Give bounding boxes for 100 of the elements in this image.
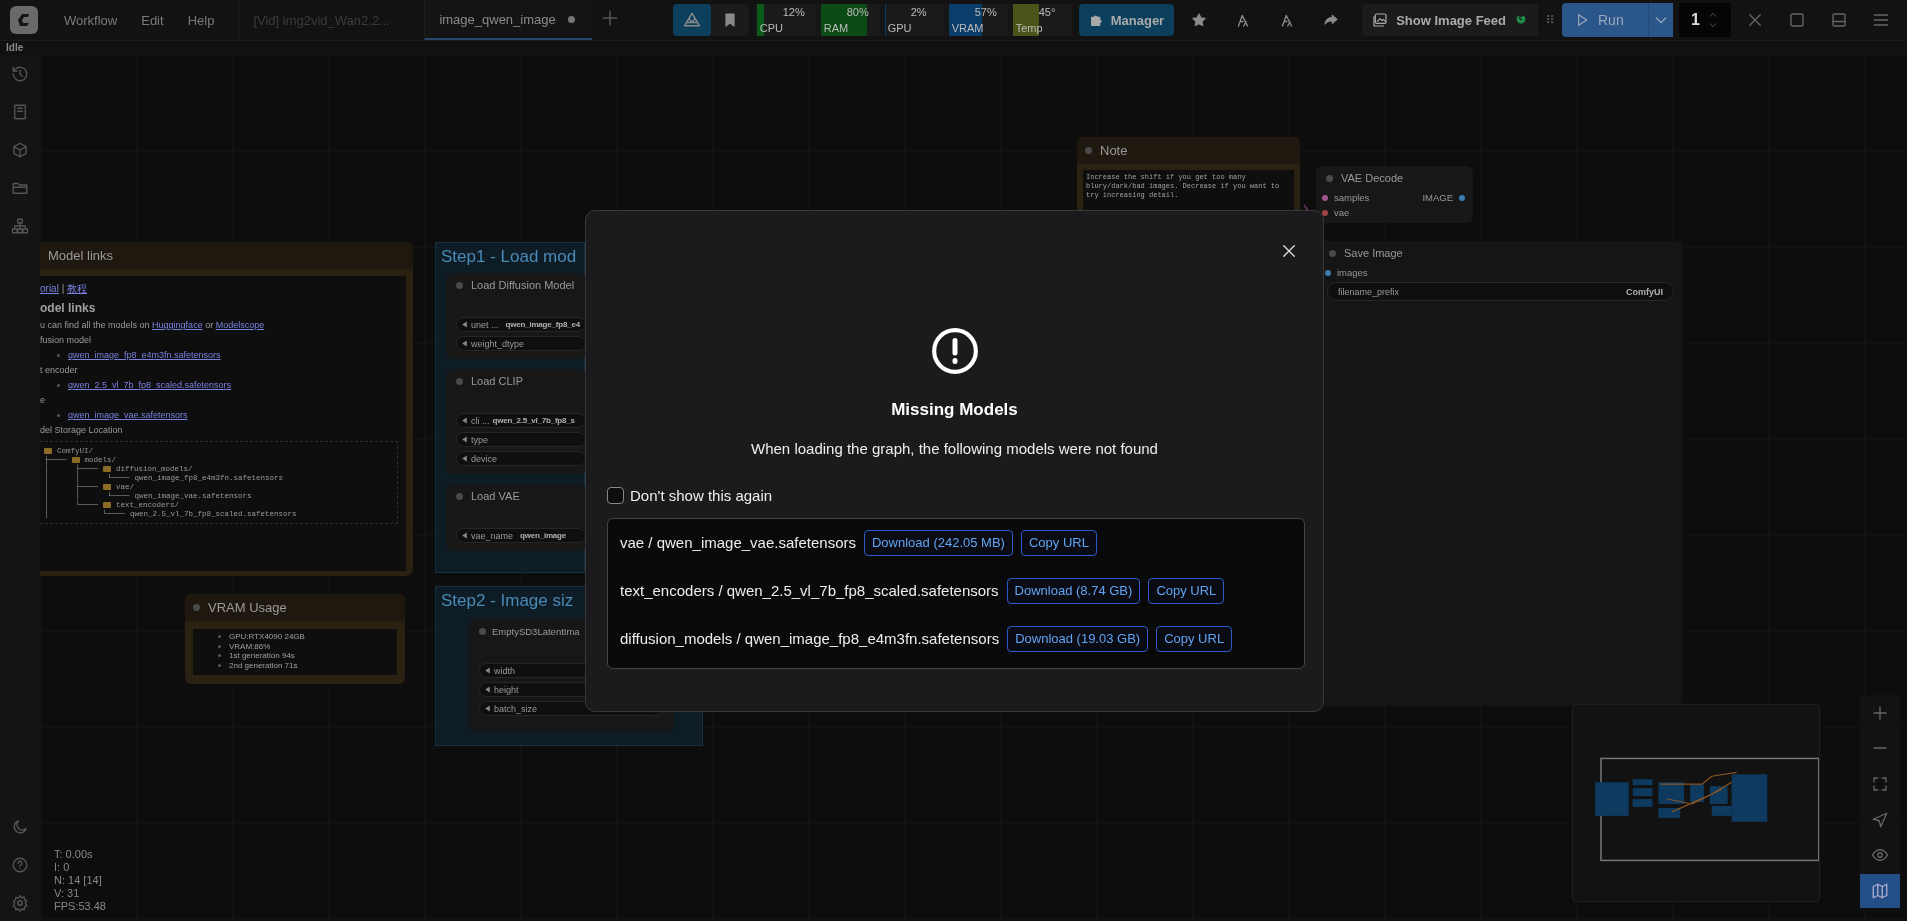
- input-slot-icon[interactable]: [1322, 209, 1328, 216]
- graph-node[interactable]: Load Diffusion Model unet ... qwen_image_fp8_e4 weight_dtype: [446, 273, 586, 359]
- note-node[interactable]: [40, 242, 413, 576]
- meter-value: 12%: [782, 6, 805, 18]
- slot-label: images: [1337, 267, 1368, 278]
- widget-label: device: [471, 453, 497, 464]
- stat-text: V: 31: [54, 887, 81, 900]
- close-icon[interactable]: [1280, 242, 1298, 260]
- widget-label: height: [494, 684, 519, 695]
- drag-handle-icon[interactable]: [1544, 12, 1556, 25]
- combo-widget[interactable]: type: [456, 432, 586, 447]
- meter-label: CPU: [759, 22, 783, 34]
- slot-label: samples: [1334, 192, 1370, 203]
- image-icon: [1372, 12, 1389, 28]
- sitemap-icon[interactable]: [11, 217, 29, 235]
- spin-up-icon[interactable]: [1707, 10, 1718, 20]
- meter-label: GPU: [887, 22, 912, 34]
- input-slot-icon[interactable]: [1325, 269, 1331, 276]
- menu-item[interactable]: Workflow: [52, 12, 130, 28]
- help-icon[interactable]: [11, 856, 29, 874]
- bullet-icon: [218, 644, 221, 648]
- meter-label: Temp: [1015, 22, 1043, 34]
- combo-widget[interactable]: weight_dtype: [456, 336, 586, 351]
- zoom-in-icon[interactable]: [1871, 703, 1889, 722]
- widget-label: batch_size: [494, 703, 538, 714]
- node-status-icon: [1326, 174, 1333, 182]
- model-path: vae / qwen_image_vae.safetensors: [620, 534, 856, 551]
- node-status-icon: [456, 377, 463, 385]
- pyramid-icon[interactable]: [681, 10, 702, 30]
- manager-button[interactable]: Manager: [1078, 4, 1175, 36]
- moon-icon[interactable]: [11, 818, 29, 836]
- node-status-icon: [1329, 249, 1336, 257]
- checkbox-label[interactable]: Don't show this again: [630, 487, 773, 504]
- bottom-panel-icon[interactable]: [1830, 11, 1848, 29]
- list-item: GPU:RTX4090 24GB: [229, 632, 305, 642]
- graph-node[interactable]: VAE Decode samples vae IMAGE: [1316, 166, 1473, 223]
- meter-value: 2%: [910, 6, 927, 18]
- link[interactable]: qwen_image_vae.safetensors: [68, 410, 188, 420]
- menu-item[interactable]: Help: [175, 12, 227, 28]
- section-label: t encoder: [40, 365, 78, 375]
- left-arrow-icon: [461, 340, 468, 347]
- checkbox[interactable]: [607, 487, 624, 504]
- minimap-drawing[interactable]: [1572, 704, 1820, 902]
- section-label: del Storage Location: [40, 425, 123, 435]
- send-icon[interactable]: [1871, 810, 1889, 829]
- vram-note-node[interactable]: VRAM Usage GPU:RTX4090 24GB VRAM:86% 1st generation 94s 2nd generation 71s: [185, 594, 405, 684]
- copy-url-button[interactable]: Copy URL: [1156, 625, 1233, 652]
- square-icon[interactable]: [1788, 11, 1806, 29]
- link[interactable]: orial: [40, 283, 59, 294]
- graph-node[interactable]: Load CLIP cli ... qwen_2.5_vl_7b_fp8_s type device: [446, 369, 586, 474]
- history-icon[interactable]: [11, 65, 29, 83]
- star-icon[interactable]: [1191, 12, 1208, 28]
- download-button[interactable]: Download (8.74 GB): [1006, 577, 1141, 604]
- left-arrow-icon: [484, 667, 491, 674]
- combo-widget[interactable]: cli ... qwen_2.5_vl_7b_fp8_s: [456, 413, 586, 428]
- node-status-icon: [456, 492, 463, 500]
- book-icon[interactable]: [11, 103, 29, 121]
- link[interactable]: Modelscope: [215, 320, 265, 330]
- combo-widget[interactable]: unet ... qwen_image_fp8_e4: [456, 317, 586, 332]
- stat-text: I: 0: [54, 861, 71, 874]
- stat-text: FPS:53.48: [54, 900, 106, 913]
- group-title: Step2 - Image siz: [441, 591, 574, 612]
- slot-label: vae: [1334, 207, 1350, 218]
- link[interactable]: Huggingface: [152, 320, 203, 330]
- meter-label: RAM: [823, 22, 849, 34]
- text-widget[interactable]: filename_prefix ComfyUI: [1327, 282, 1674, 301]
- batch-count-field[interactable]: 1: [1679, 3, 1731, 37]
- widget-label: cli ...: [471, 415, 490, 426]
- bullet-icon: [218, 663, 221, 667]
- left-arrow-icon: [461, 436, 468, 443]
- link[interactable]: 教程: [67, 283, 88, 294]
- combo-widget[interactable]: device: [456, 451, 586, 466]
- copy-url-button[interactable]: Copy URL: [1148, 577, 1225, 604]
- spin-down-icon[interactable]: [1707, 20, 1718, 30]
- group-title: Step1 - Load mod: [441, 247, 577, 268]
- heading: odel links: [40, 301, 97, 315]
- output-slot-icon[interactable]: [1459, 194, 1465, 201]
- image-feed-button[interactable]: Show Image Feed: [1362, 4, 1538, 36]
- download-button[interactable]: Download (19.03 GB): [1007, 625, 1149, 652]
- node-title: Load CLIP: [471, 375, 523, 387]
- settings-icon[interactable]: [11, 894, 29, 912]
- link[interactable]: qwen_image_fp8_e4m3fn.safetensors: [68, 350, 221, 360]
- bullet-icon: [57, 383, 60, 387]
- canvas-control[interactable]: [1860, 874, 1900, 909]
- cube-icon[interactable]: [11, 141, 29, 159]
- fit-view-icon[interactable]: [1871, 775, 1889, 794]
- list-item: VRAM:86%: [229, 641, 271, 651]
- combo-widget[interactable]: vae_name qwen_image: [456, 528, 586, 543]
- graph-node[interactable]: Load VAE vae_name qwen_image: [446, 484, 586, 551]
- left-arrow-icon: [461, 532, 468, 539]
- workflow-tab[interactable]: image_qwen_image: [424, 0, 593, 40]
- status-text: Idle: [0, 41, 1907, 55]
- app-logo-icon[interactable]: [10, 6, 38, 34]
- map-icon[interactable]: [1871, 882, 1889, 901]
- menu-item[interactable]: Edit: [129, 12, 176, 28]
- copy-url-button[interactable]: Copy URL: [1020, 529, 1097, 556]
- download-button[interactable]: Download (242.05 MB): [864, 529, 1013, 556]
- input-slot-icon[interactable]: [1322, 194, 1328, 201]
- link[interactable]: qwen_2.5_vl_7b_fp8_scaled.safetensors: [68, 380, 232, 390]
- widget-value: qwen_image_fp8_e4: [505, 320, 580, 329]
